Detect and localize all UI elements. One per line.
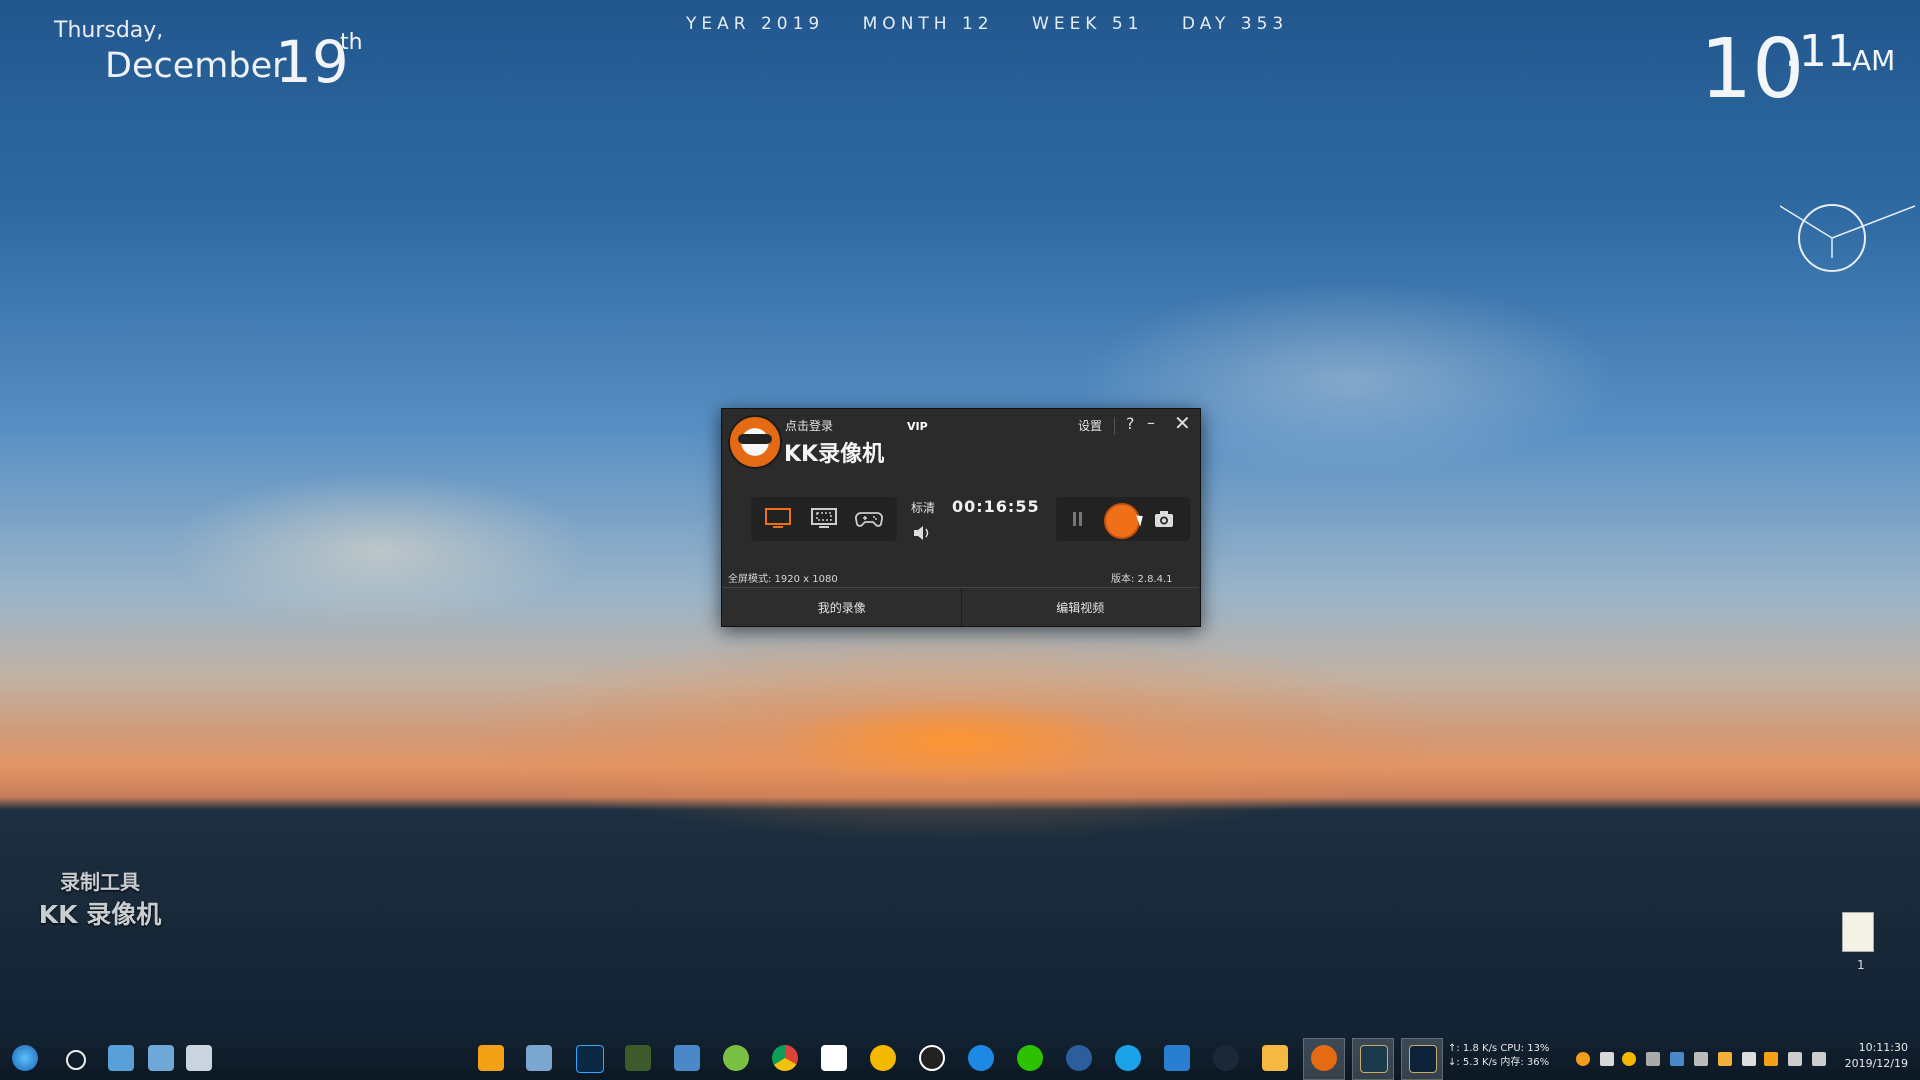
remote-desktop-icon[interactable] xyxy=(526,1045,552,1071)
tray-app-icon[interactable] xyxy=(1576,1052,1590,1066)
login-link[interactable]: 点击登录 xyxy=(785,417,833,434)
watermark-line1: 录制工具 xyxy=(60,870,140,894)
search-icon[interactable] xyxy=(66,1050,86,1070)
quality-selector[interactable]: 标清 xyxy=(911,499,935,516)
fullscreen-mode-icon[interactable] xyxy=(764,505,792,531)
title-divider xyxy=(1114,417,1115,435)
recorder-window: 点击登录 VIP KK录像机 设置 ? – ✕ 标清 00:16:55 全屏模式… xyxy=(721,408,1201,627)
watermark: 录制工具 KK 录像机 xyxy=(30,866,170,931)
watermark-line2: KK 录像机 xyxy=(38,900,162,929)
microphone-icon[interactable] xyxy=(1742,1052,1756,1066)
game-mode-icon[interactable] xyxy=(855,505,883,531)
tray-shield-icon[interactable] xyxy=(1764,1052,1778,1066)
year-bar-day: DAY 353 xyxy=(1181,14,1289,34)
kk-recorder-icon xyxy=(1311,1045,1337,1071)
network-icon[interactable] xyxy=(1788,1052,1802,1066)
network-monitor: ↑: 1.8 K/s CPU: 13% ↓: 5.3 K/s 内存: 36% xyxy=(1448,1042,1549,1070)
my-recordings-button[interactable]: 我的录像 xyxy=(723,588,961,626)
net-up-text: ↑: 1.8 K/s CPU: 13% xyxy=(1448,1043,1550,1054)
edge-icon[interactable] xyxy=(968,1045,994,1071)
tray-bluetooth-icon[interactable] xyxy=(1694,1052,1708,1066)
analog-clock-icon xyxy=(1780,204,1916,272)
close-button[interactable]: ✕ xyxy=(1174,411,1191,435)
tray-g-icon[interactable] xyxy=(1622,1052,1636,1066)
minimize-button[interactable]: – xyxy=(1147,413,1155,432)
year-bar-month: MONTH 12 xyxy=(862,14,994,34)
day-of-week: Thursday, xyxy=(54,18,164,43)
year-bar: YEAR 2019 MONTH 12 WEEK 51 DAY 353 xyxy=(686,14,1316,34)
recording-mode-text: 全屏模式: 1920 x 1080 xyxy=(728,574,838,585)
settings-button[interactable]: 设置 xyxy=(1078,417,1102,434)
tray-tp-icon[interactable] xyxy=(1600,1052,1614,1066)
year-bar-year: YEAR 2019 xyxy=(686,14,825,34)
tray-drop-icon[interactable] xyxy=(1646,1052,1660,1066)
version-text: 版本: 2.8.4.1 xyxy=(1111,574,1173,585)
net-down-text: ↓: 5.3 K/s 内存: 36% xyxy=(1448,1057,1550,1068)
g-app-icon[interactable] xyxy=(870,1045,896,1071)
desktop-file-icon[interactable] xyxy=(1842,912,1874,952)
speaker-icon[interactable] xyxy=(1812,1052,1826,1066)
volume-icon[interactable] xyxy=(912,525,932,541)
g-plus-icon[interactable] xyxy=(1164,1045,1190,1071)
tray-keyboard-icon[interactable] xyxy=(1670,1052,1684,1066)
desktop-file-caption: 1 xyxy=(1857,958,1865,972)
media-player-icon[interactable] xyxy=(723,1045,749,1071)
security-shield-icon[interactable] xyxy=(478,1045,504,1071)
edit-video-button[interactable]: 编辑视频 xyxy=(960,588,1199,626)
league-client-icon xyxy=(1409,1045,1437,1073)
chrome-icon[interactable] xyxy=(772,1045,798,1071)
date-day: 19 xyxy=(275,28,349,96)
recycle-bin-icon[interactable] xyxy=(186,1045,212,1071)
record-button[interactable] xyxy=(1104,503,1140,539)
qq-icon[interactable] xyxy=(919,1045,945,1071)
taskbar-time: 10:11:30 xyxy=(1858,1041,1908,1054)
start-button-icon[interactable] xyxy=(12,1045,38,1071)
date-suffix: th xyxy=(340,30,363,55)
app-title: KK录像机 xyxy=(784,442,885,467)
clock-app-icon[interactable] xyxy=(1066,1045,1092,1071)
photoshop-icon[interactable] xyxy=(576,1045,604,1073)
app-logo-icon xyxy=(728,415,782,469)
tray-folder-icon[interactable] xyxy=(1718,1052,1732,1066)
computer-icon[interactable] xyxy=(148,1045,174,1071)
bottom-tabs: 我的录像 编辑视频 xyxy=(723,587,1199,626)
taskbar-date: 2019/12/19 xyxy=(1844,1057,1908,1070)
vim-icon[interactable] xyxy=(625,1045,651,1071)
help-button[interactable]: ? xyxy=(1126,414,1135,433)
pause-icon[interactable] xyxy=(1072,512,1084,526)
file-explorer-icon[interactable] xyxy=(108,1045,134,1071)
mode-selector xyxy=(751,497,897,541)
settings-app-icon[interactable] xyxy=(674,1045,700,1071)
taskbar-clock[interactable]: 10:11:30 2019/12/19 xyxy=(1838,1040,1908,1072)
league-icon xyxy=(1360,1045,1388,1073)
date-month: December xyxy=(105,46,287,86)
recording-timer: 00:16:55 xyxy=(952,497,1040,516)
bilibili-icon[interactable] xyxy=(1115,1045,1141,1071)
clock-minute: :11 xyxy=(1784,26,1855,77)
record-controls xyxy=(1056,497,1190,541)
screenshot-camera-icon[interactable] xyxy=(1154,510,1174,528)
year-bar-week: WEEK 51 xyxy=(1032,14,1144,34)
clock-ampm: AM xyxy=(1852,44,1896,77)
vip-badge[interactable]: VIP xyxy=(907,420,928,433)
region-mode-icon[interactable] xyxy=(810,505,838,531)
baidu-netdisk-icon[interactable] xyxy=(821,1045,847,1071)
wechat-icon[interactable] xyxy=(1017,1045,1043,1071)
steam-icon[interactable] xyxy=(1213,1045,1239,1071)
notes-icon[interactable] xyxy=(1262,1045,1288,1071)
